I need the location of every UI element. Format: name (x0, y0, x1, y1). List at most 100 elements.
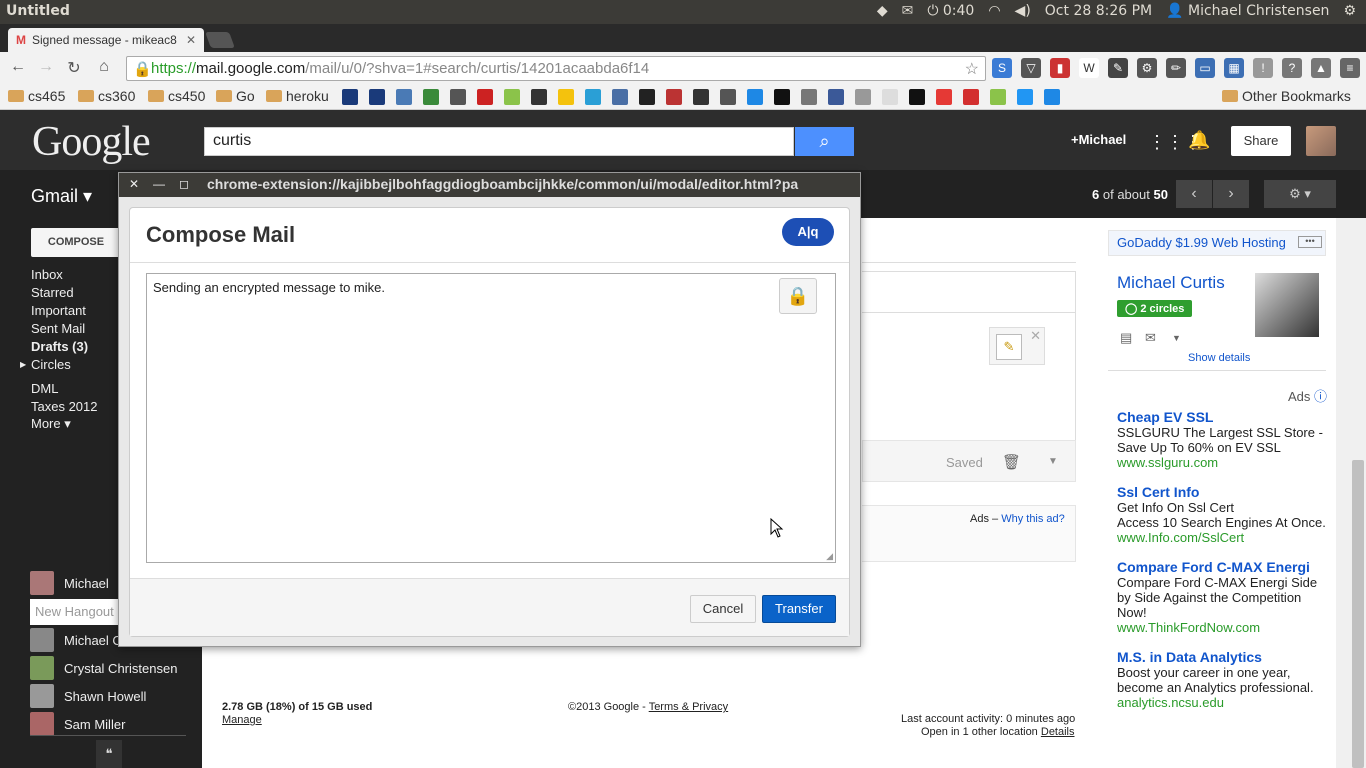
bookmark-icon[interactable] (801, 89, 817, 105)
show-details-link[interactable]: Show details (1188, 352, 1250, 364)
bookmark-folder-cs450[interactable]: cs450 (148, 88, 205, 104)
power-icon[interactable]: ⚙ (1343, 3, 1356, 19)
edit-draft-button[interactable]: ✎ ✕ (989, 327, 1045, 365)
volume-icon[interactable]: ◀) (1015, 3, 1031, 19)
top-ad-link[interactable]: GoDaddy $1.99 Web Hosting (1117, 235, 1286, 250)
bookmark-icon[interactable] (342, 89, 358, 105)
os-user[interactable]: 👤 Michael Christensen (1166, 3, 1329, 19)
next-page-button[interactable]: › (1213, 180, 1249, 208)
close-icon[interactable]: ✕ (129, 177, 139, 191)
facebook-icon[interactable] (828, 89, 844, 105)
bookmark-icon[interactable] (396, 89, 412, 105)
hangouts-icon[interactable]: ❝ (96, 740, 122, 768)
more-options-icon[interactable]: ••• (1298, 236, 1322, 248)
mail-icon[interactable]: ✉ (1145, 330, 1156, 346)
bookmark-icon[interactable] (423, 89, 439, 105)
expand-arrow-icon[interactable]: ▶ (20, 360, 26, 369)
gmail-menu[interactable]: Gmail ▾ (31, 186, 92, 207)
nav-drafts[interactable]: Drafts (3) (31, 339, 88, 354)
resize-handle-icon[interactable]: ◢ (826, 551, 833, 562)
nav-sent-mail[interactable]: Sent Mail (31, 321, 85, 336)
message-body-textarea[interactable]: Sending an encrypted message to mike. 🔒 … (146, 273, 836, 563)
bookmark-folder-heroku[interactable]: heroku (266, 88, 329, 104)
dropbox-icon[interactable] (1044, 89, 1060, 105)
chevron-down-icon[interactable]: ▼ (1048, 456, 1058, 467)
wikipedia-icon[interactable]: W (1079, 58, 1099, 78)
close-icon[interactable]: ✕ (1030, 328, 1041, 344)
extension-icon[interactable]: ▮ (1050, 58, 1070, 78)
archive-icon[interactable]: ▤ (1120, 330, 1132, 346)
details-link[interactable]: Details (1041, 726, 1075, 738)
extension-icon[interactable]: ▲ (1311, 58, 1331, 78)
maximize-icon[interactable]: ◻ (179, 177, 189, 191)
notification-bell-icon[interactable]: 🔔 (1188, 130, 1210, 151)
google-logo[interactable]: Google (32, 118, 151, 166)
tab-close-icon[interactable]: ✕ (186, 33, 196, 47)
bookmark-icon[interactable] (585, 89, 601, 105)
nav-more[interactable]: More ▾ (31, 416, 71, 432)
other-bookmarks[interactable]: Other Bookmarks (1222, 88, 1351, 104)
ad-title[interactable]: Compare Ford C-MAX Energi (1117, 559, 1327, 575)
bookmark-icon[interactable] (909, 89, 925, 105)
ad-title[interactable]: M.S. in Data Analytics (1117, 649, 1327, 665)
why-ad-link[interactable]: Why this ad? (1001, 513, 1065, 525)
php-icon[interactable] (450, 89, 466, 105)
extension-icon[interactable]: ! (1253, 58, 1273, 78)
ad-url[interactable]: www.Info.com/SslCert (1117, 530, 1329, 545)
bookmark-folder-cs465[interactable]: cs465 (8, 88, 65, 104)
settings-button[interactable]: ⚙ ▾ (1264, 180, 1336, 208)
extension-icon[interactable]: ? (1282, 58, 1302, 78)
bookmark-star-icon[interactable]: ☆ (965, 59, 979, 79)
home-icon[interactable]: ⌂ (94, 58, 114, 78)
json-icon[interactable] (855, 89, 871, 105)
dropbox-icon[interactable]: ◆ (877, 3, 888, 19)
bookmark-icon[interactable] (369, 89, 385, 105)
pocket-icon[interactable]: ▽ (1021, 58, 1041, 78)
bookmark-icon[interactable] (666, 89, 682, 105)
prev-page-button[interactable]: ‹ (1176, 180, 1212, 208)
bookmark-icon[interactable] (963, 89, 979, 105)
aq-button[interactable]: A|q (782, 218, 834, 246)
info-icon[interactable]: ⓘ (1314, 389, 1327, 404)
github-icon[interactable] (531, 89, 547, 105)
extension-icon[interactable]: S (992, 58, 1012, 78)
edge-icon[interactable] (747, 89, 763, 105)
wifi-icon[interactable]: ◠ (988, 3, 1000, 19)
chevron-down-icon[interactable]: ▼ (1172, 333, 1181, 343)
ad-url[interactable]: www.sslguru.com (1117, 455, 1327, 470)
new-hangout-input[interactable]: New Hangout (30, 599, 120, 625)
bookmark-folder-cs360[interactable]: cs360 (78, 88, 135, 104)
ad-title[interactable]: Cheap EV SSL (1117, 409, 1327, 425)
calendar-icon[interactable]: ▦ (1224, 58, 1244, 78)
circles-badge[interactable]: ◯ 2 circles (1117, 300, 1193, 317)
back-icon[interactable]: ← (8, 58, 28, 78)
search-input[interactable]: curtis (204, 127, 794, 156)
forward-icon[interactable]: → (36, 58, 56, 78)
android-icon[interactable] (504, 89, 520, 105)
mail-icon[interactable]: ✉ (902, 3, 914, 19)
compose-button[interactable]: COMPOSE (31, 228, 121, 257)
ad-url[interactable]: analytics.ncsu.edu (1117, 695, 1327, 710)
extension-icon[interactable]: ✎ (1108, 58, 1128, 78)
address-bar[interactable]: 🔒 https://mail.google.com/mail/u/0/?shva… (126, 56, 986, 81)
bookmark-icon[interactable] (720, 89, 736, 105)
os-datetime[interactable]: Oct 28 8:26 PM (1045, 3, 1152, 19)
bookmark-icon[interactable] (558, 89, 574, 105)
account-avatar[interactable] (1306, 126, 1336, 156)
browser-tab[interactable]: M Signed message - mikeac8 ✕ (8, 28, 204, 52)
ad-url[interactable]: www.ThinkFordNow.com (1117, 620, 1327, 635)
nav-dml[interactable]: DML (31, 381, 58, 396)
nav-starred[interactable]: Starred (31, 285, 74, 300)
minimize-icon[interactable]: — (153, 177, 165, 191)
bookmark-icon[interactable] (774, 89, 790, 105)
contact-item[interactable]: Shawn Howell (30, 684, 146, 708)
bookmark-icon[interactable] (639, 89, 655, 105)
pocket-icon[interactable] (936, 89, 952, 105)
terms-link[interactable]: Terms & Privacy (649, 701, 728, 713)
nav-circles[interactable]: Circles (31, 357, 71, 372)
encrypt-lock-button[interactable]: 🔒 (779, 278, 817, 314)
contact-item[interactable]: Sam Miller (30, 712, 125, 736)
hangout-user[interactable]: Michael▾ (30, 571, 125, 595)
manage-link[interactable]: Manage (222, 714, 262, 726)
bookmark-icon[interactable] (612, 89, 628, 105)
